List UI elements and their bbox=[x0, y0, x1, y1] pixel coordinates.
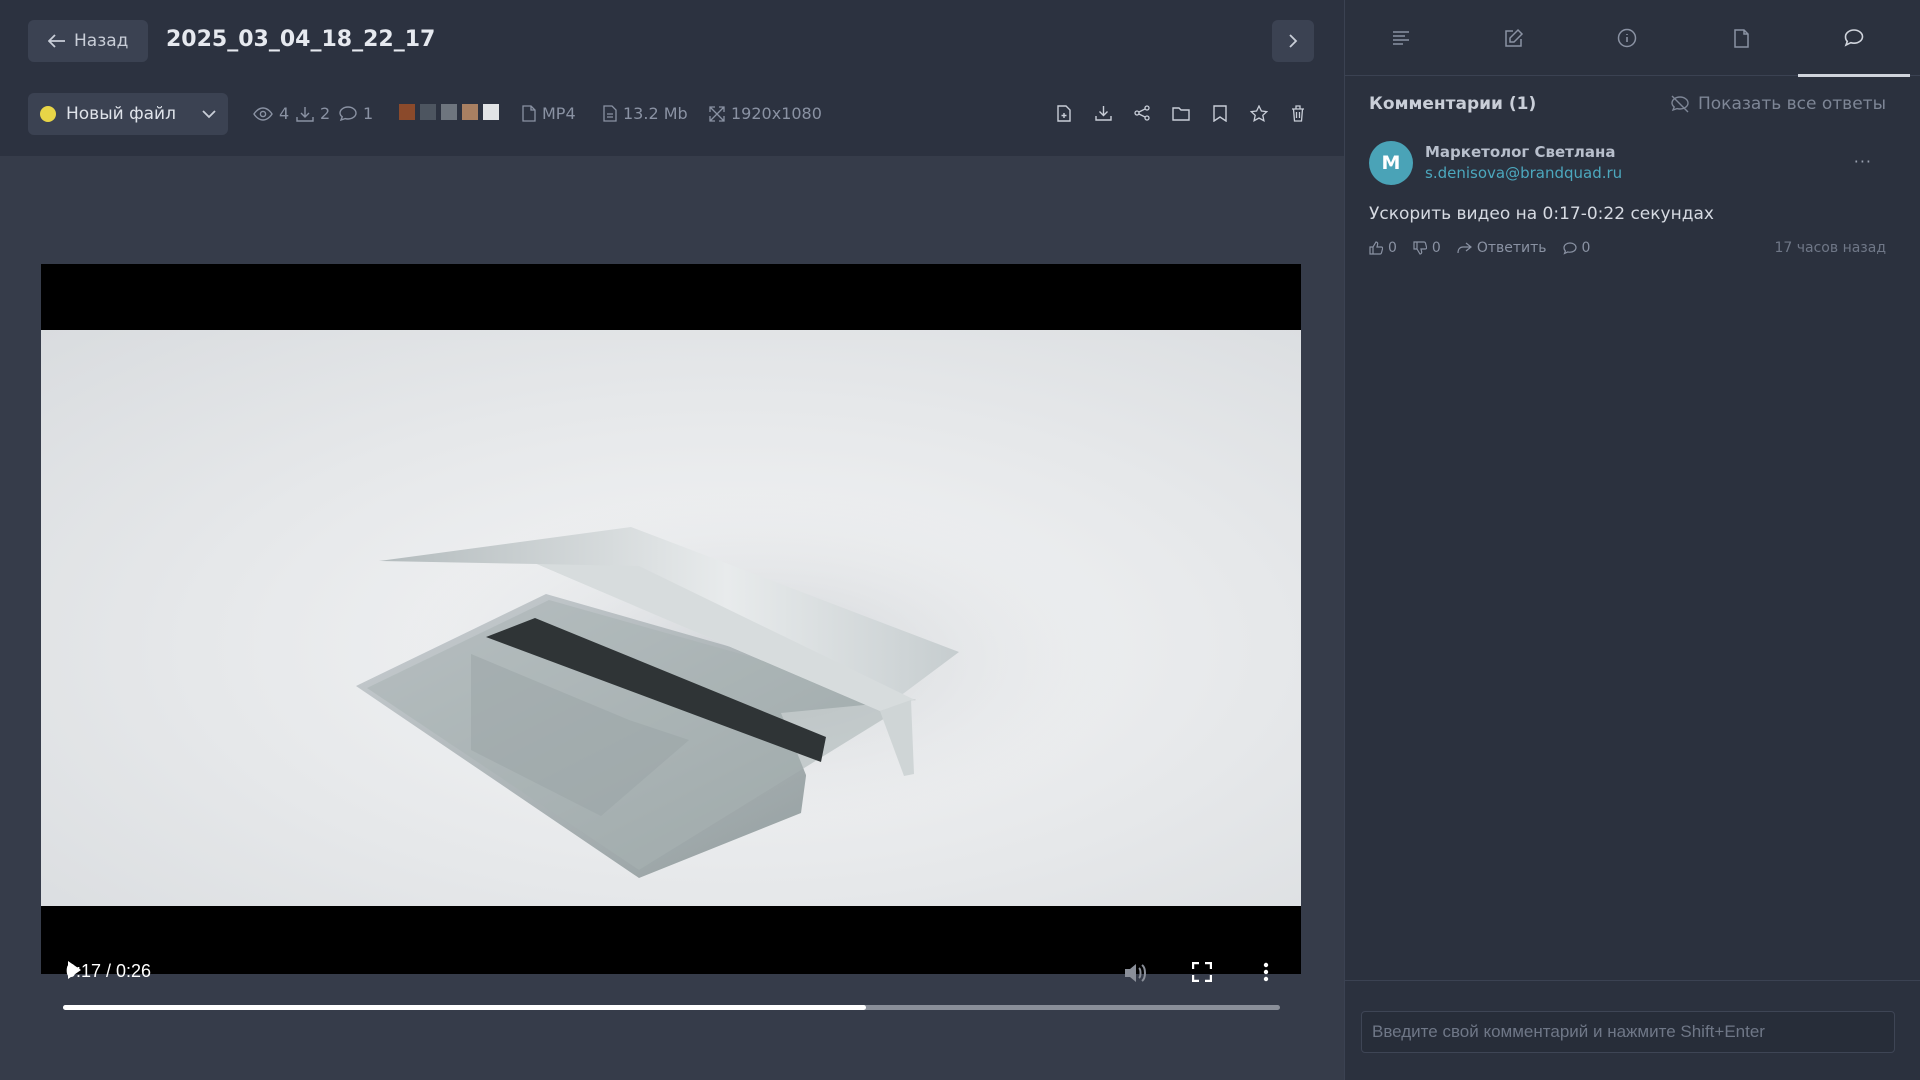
arrow-left-icon bbox=[48, 34, 65, 48]
file-actions bbox=[1054, 103, 1308, 123]
downloads-count: 2 bbox=[320, 104, 331, 123]
chevron-right-icon bbox=[1289, 34, 1298, 48]
color-swatches bbox=[399, 104, 499, 120]
video-player[interactable] bbox=[41, 264, 1301, 974]
file-icon bbox=[522, 105, 536, 122]
more-vertical-icon[interactable] bbox=[1263, 962, 1269, 982]
video-progress-fill bbox=[63, 1005, 867, 1010]
video-time: 0:17 / 0:26 bbox=[66, 961, 152, 981]
comment-text: Ускорить видео на 0:17-0:22 секундах bbox=[1369, 204, 1714, 224]
thumbs-down-icon bbox=[1413, 241, 1427, 255]
color-swatch[interactable] bbox=[462, 104, 478, 120]
color-swatch[interactable] bbox=[483, 104, 499, 120]
tab-edit[interactable] bbox=[1500, 24, 1528, 52]
tab-list[interactable] bbox=[1387, 24, 1415, 52]
panel-tabs bbox=[1345, 0, 1920, 77]
edit-icon bbox=[1505, 28, 1524, 47]
size-info: 13.2 Mb bbox=[603, 104, 688, 123]
like-count: 0 bbox=[1388, 240, 1397, 256]
volume-icon[interactable] bbox=[1124, 962, 1148, 984]
file-add-icon[interactable] bbox=[1054, 103, 1074, 123]
status-select[interactable]: Новый файл bbox=[28, 93, 228, 135]
file-title: 2025_03_04_18_22_17 bbox=[166, 27, 436, 52]
color-swatch[interactable] bbox=[399, 104, 415, 120]
tab-comments[interactable] bbox=[1840, 24, 1868, 52]
list-icon bbox=[1393, 31, 1409, 45]
chevron-down-icon bbox=[202, 109, 216, 118]
fullscreen-icon[interactable] bbox=[1192, 962, 1212, 982]
comment-icon bbox=[1562, 241, 1577, 255]
show-all-label: Показать все ответы bbox=[1698, 94, 1886, 114]
back-button[interactable]: Назад bbox=[28, 20, 149, 62]
reply-button[interactable]: Ответить bbox=[1457, 240, 1547, 256]
file-icon bbox=[1733, 28, 1749, 48]
download-icon[interactable] bbox=[1093, 103, 1113, 123]
replies-count: 0 bbox=[1581, 240, 1591, 256]
resolution-label: 1920x1080 bbox=[731, 104, 822, 123]
tab-file[interactable] bbox=[1727, 24, 1755, 52]
views-count: 4 bbox=[279, 104, 290, 123]
file-size-icon bbox=[603, 105, 617, 122]
share-icon[interactable] bbox=[1132, 103, 1152, 123]
status-label: Новый файл bbox=[66, 104, 176, 124]
reply-icon bbox=[1457, 242, 1472, 254]
main-area: Назад 2025_03_04_18_22_17 Новый файл 4 2… bbox=[0, 0, 1344, 1080]
dislike-count: 0 bbox=[1431, 240, 1441, 256]
color-swatch[interactable] bbox=[420, 104, 436, 120]
star-icon[interactable] bbox=[1249, 103, 1269, 123]
comment-actions: 0 0 Ответить 0 bbox=[1369, 240, 1590, 256]
side-panel: Комментарии (1) Показать все ответы М Ма… bbox=[1344, 0, 1920, 1080]
comments-title: Комментарии (1) bbox=[1369, 94, 1537, 114]
downloads-stat: 2 bbox=[296, 104, 330, 123]
comment-author: Маркетолог Светлана bbox=[1425, 143, 1616, 161]
trash-icon[interactable] bbox=[1288, 103, 1308, 123]
status-dot bbox=[40, 106, 56, 122]
next-button[interactable] bbox=[1272, 20, 1314, 62]
thumbs-up-icon bbox=[1369, 241, 1383, 255]
comment-icon bbox=[339, 105, 357, 121]
expand-icon bbox=[709, 105, 725, 122]
format-label: MP4 bbox=[542, 104, 576, 123]
laptop-image bbox=[356, 490, 1121, 878]
reply-label: Ответить bbox=[1476, 240, 1547, 256]
comments-stat: 1 bbox=[339, 104, 373, 123]
comment-input[interactable] bbox=[1361, 1011, 1895, 1053]
comment-input-area bbox=[1345, 980, 1920, 1080]
like-button[interactable]: 0 bbox=[1369, 240, 1397, 256]
show-all-replies-button[interactable]: Показать все ответы bbox=[1670, 94, 1886, 114]
folder-icon[interactable] bbox=[1171, 103, 1191, 123]
download-icon bbox=[296, 106, 314, 122]
format-info: MP4 bbox=[522, 104, 576, 123]
comment-author-email[interactable]: s.denisova@brandquad.ru bbox=[1425, 164, 1622, 182]
replies-count-button[interactable]: 0 bbox=[1562, 240, 1591, 256]
views-stat: 4 bbox=[253, 104, 289, 123]
back-label: Назад bbox=[74, 31, 129, 51]
video-progress-bar[interactable] bbox=[63, 1005, 1280, 1010]
size-label: 13.2 Mb bbox=[623, 104, 688, 123]
comment-icon bbox=[1844, 29, 1864, 47]
comment-off-icon bbox=[1671, 95, 1689, 113]
comments-count: 1 bbox=[363, 104, 374, 123]
more-horizontal-icon[interactable]: ··· bbox=[1854, 152, 1872, 171]
avatar: М bbox=[1369, 141, 1413, 185]
active-tab-indicator bbox=[1798, 74, 1910, 77]
top-bar: Назад 2025_03_04_18_22_17 Новый файл 4 2… bbox=[0, 0, 1344, 156]
eye-icon bbox=[253, 106, 273, 121]
dislike-button[interactable]: 0 bbox=[1413, 240, 1441, 256]
info-icon bbox=[1617, 28, 1637, 48]
comment-time: 17 часов назад bbox=[1774, 240, 1886, 256]
color-swatch[interactable] bbox=[441, 104, 457, 120]
video-frame[interactable] bbox=[41, 330, 1301, 906]
resolution-info: 1920x1080 bbox=[709, 104, 822, 123]
bookmark-icon[interactable] bbox=[1210, 103, 1230, 123]
tab-info[interactable] bbox=[1613, 24, 1641, 52]
